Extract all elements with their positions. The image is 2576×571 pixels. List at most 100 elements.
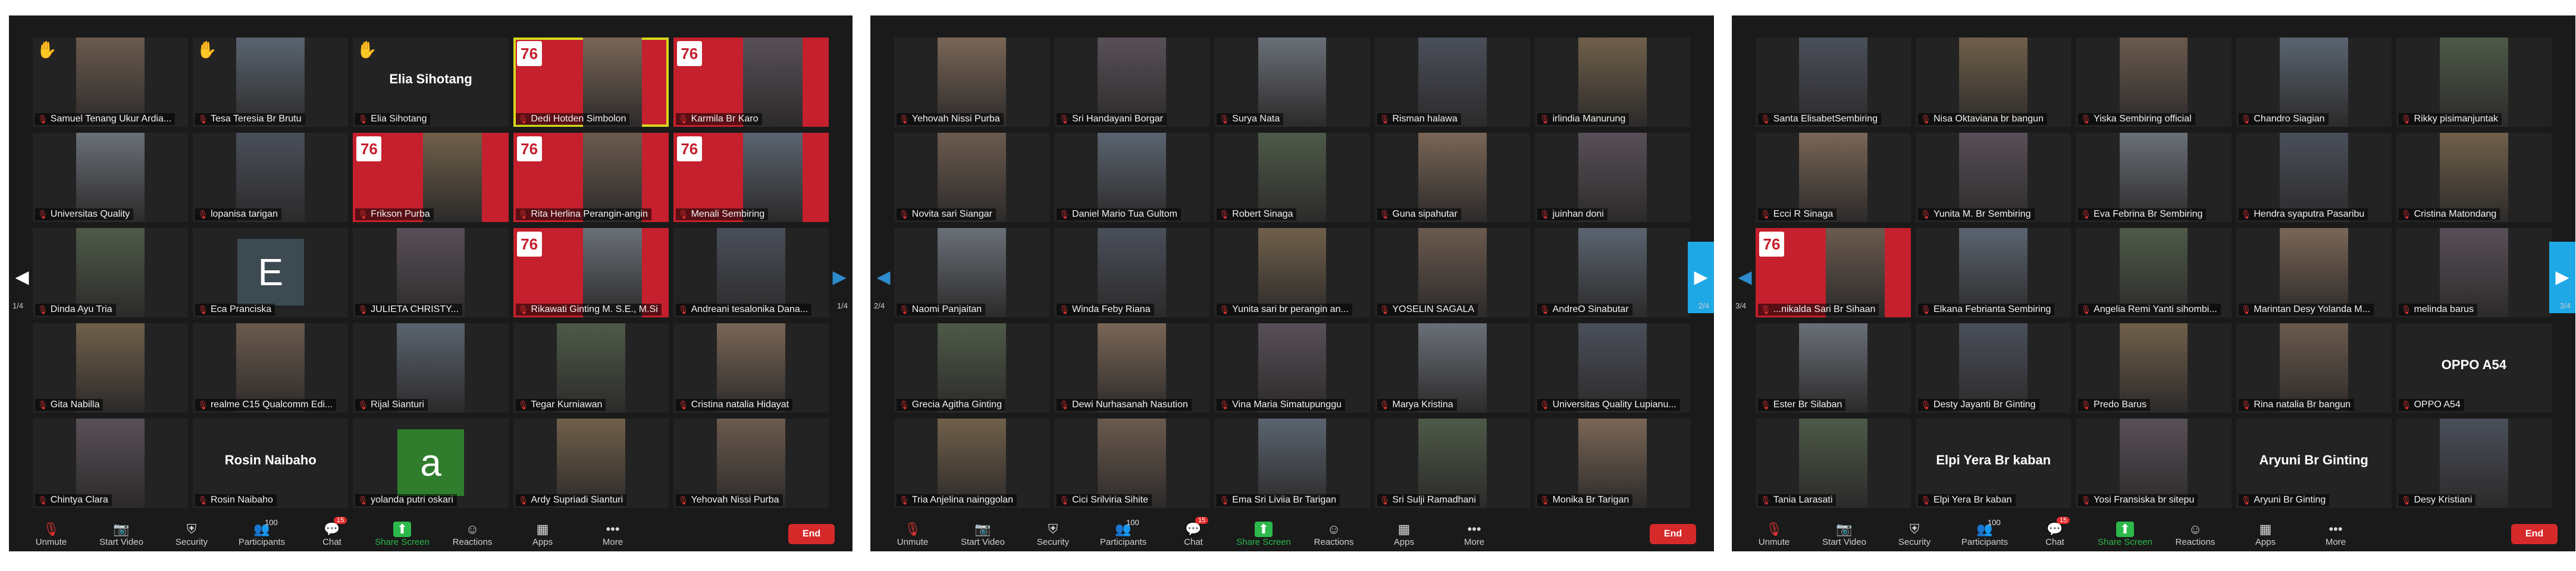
participant-tile[interactable]: 🎙 Chandro Siagian — [2236, 38, 2392, 127]
participant-tile[interactable]: E 🎙 Eca Pranciska — [193, 228, 349, 317]
end-meeting-button[interactable]: End — [2511, 524, 2558, 544]
participant-tile[interactable]: 🎙 Monika Br Tarigan — [1534, 419, 1690, 508]
participant-tile[interactable]: 🎙 Tegar Kurniawan — [513, 323, 669, 413]
participant-tile[interactable]: Aryuni Br Ginting 🎙 Aryuni Br Ginting — [2236, 419, 2392, 508]
participant-tile[interactable]: 🎙 Ester Br Silaban — [1756, 323, 1911, 413]
participant-tile[interactable]: 76 🎙 Karmila Br Karo — [673, 38, 829, 127]
participant-tile[interactable]: 🎙 Universitas Quality — [33, 133, 189, 222]
participant-tile[interactable]: 🎙 Hendra syaputra Pasaribu — [2236, 133, 2392, 222]
reactions-button[interactable]: ☺ Reactions — [2160, 522, 2230, 547]
security-button[interactable]: ⛨ Security — [156, 522, 227, 547]
participant-tile[interactable]: 🎙 Robert Sinaga — [1214, 133, 1370, 222]
participant-tile[interactable]: 🎙 Naomi Panjaitan — [894, 228, 1050, 317]
participant-tile[interactable]: 🎙 Angelia Remi Yanti sihombi... — [2076, 228, 2232, 317]
participant-tile[interactable]: 🎙 Surya Nata — [1214, 38, 1370, 127]
participant-tile[interactable]: 🎙 Cristina Matondang — [2396, 133, 2552, 222]
participant-tile[interactable]: 🎙 Yehovah Nissi Purba — [673, 419, 829, 508]
participant-tile[interactable]: 🎙 irlindia Manurung — [1534, 38, 1690, 127]
security-button[interactable]: ⛨ Security — [1879, 522, 1950, 547]
more-button[interactable]: ••• More — [2301, 522, 2371, 547]
chat-button[interactable]: 💬 15 Chat — [2020, 516, 2090, 547]
unmute-button[interactable]: 🎙 Unmute — [16, 522, 86, 547]
participant-tile[interactable]: 🎙 Chintya Clara — [33, 419, 189, 508]
participant-tile[interactable]: 🎙 Cici Srilviria Sihite — [1054, 419, 1210, 508]
participant-tile[interactable]: OPPO A54 🎙 OPPO A54 — [2396, 323, 2552, 413]
participant-tile[interactable]: 76 🎙 Rita Herlina Perangin-angin — [513, 133, 669, 222]
participant-tile[interactable]: 🎙 Novita sari Siangar — [894, 133, 1050, 222]
participant-tile[interactable]: 🎙 Eva Febrina Br Sembiring — [2076, 133, 2232, 222]
start-video-button[interactable]: 📷 Start Video — [1809, 522, 1879, 547]
participant-tile[interactable]: ✋ 🎙 Tesa Teresia Br Brutu — [193, 38, 349, 127]
participant-tile[interactable]: 🎙 Rijal Sianturi — [353, 323, 509, 413]
participants-button[interactable]: 👥 100 Participants — [1088, 518, 1158, 547]
participant-tile[interactable]: 🎙 JULIETA CHRISTY... — [353, 228, 509, 317]
participant-tile[interactable]: 🎙 Cristina natalia Hidayat — [673, 323, 829, 413]
apps-button[interactable]: ▦ Apps — [2230, 522, 2301, 547]
participants-button[interactable]: 👥 100 Participants — [1950, 518, 2020, 547]
participant-tile[interactable]: 🎙 Marintan Desy Yolanda M... — [2236, 228, 2392, 317]
participant-tile[interactable]: 🎙 Santa ElisabetSembiring — [1756, 38, 1911, 127]
participant-tile[interactable]: 76 🎙 Dedi Hotden Simbolon — [513, 38, 669, 127]
participant-tile[interactable]: 🎙 YOSELIN SAGALA — [1374, 228, 1530, 317]
participant-tile[interactable]: 🎙 Daniel Mario Tua Gultom — [1054, 133, 1210, 222]
participant-tile[interactable]: 🎙 Yehovah Nissi Purba — [894, 38, 1050, 127]
participant-tile[interactable]: 🎙 Yiska Sembiring official — [2076, 38, 2232, 127]
reactions-button[interactable]: ☺ Reactions — [437, 522, 507, 547]
participant-tile[interactable]: Elpi Yera Br kaban 🎙 Elpi Yera Br kaban — [1916, 419, 2072, 508]
participant-tile[interactable]: 🎙 Dewi Nurhasanah Nasution — [1054, 323, 1210, 413]
participant-tile[interactable]: 🎙 Grecia Agitha Ginting — [894, 323, 1050, 413]
more-button[interactable]: ••• More — [1439, 522, 1509, 547]
participant-tile[interactable]: 🎙 juinhan doni — [1534, 133, 1690, 222]
participant-tile[interactable]: 🎙 melinda barus — [2396, 228, 2552, 317]
chat-button[interactable]: 💬 15 Chat — [297, 516, 367, 547]
unmute-button[interactable]: 🎙 Unmute — [878, 522, 948, 547]
participant-tile[interactable]: 🎙 Gita Nabilla — [33, 323, 189, 413]
participant-tile[interactable]: 🎙 Ema Sri Liviia Br Tarigan — [1214, 419, 1370, 508]
participant-tile[interactable]: 76 🎙 Frikson Purba — [353, 133, 509, 222]
participant-tile[interactable]: Rosin Naibaho 🎙 Rosin Naibaho — [193, 419, 349, 508]
participant-tile[interactable]: ✋ 🎙 Samuel Tenang Ukur Ardia... — [33, 38, 189, 127]
participant-tile[interactable]: 🎙 Elkana Febrianta Sembiring — [1916, 228, 2072, 317]
participant-tile[interactable]: 🎙 realme C15 Qualcomm Edi... — [193, 323, 349, 413]
participant-tile[interactable]: 🎙 Marya Kristina — [1374, 323, 1530, 413]
participant-tile[interactable]: 🎙 Yunita M. Br Sembiring — [1916, 133, 2072, 222]
participant-tile[interactable]: 🎙 Dinda Ayu Tria — [33, 228, 189, 317]
participant-tile[interactable]: 🎙 Winda Feby Riana — [1054, 228, 1210, 317]
participant-tile[interactable]: 🎙 Yosi Fransiska br sitepu — [2076, 419, 2232, 508]
participant-tile[interactable]: 🎙 AndreO Sinabutar — [1534, 228, 1690, 317]
participant-tile[interactable]: 🎙 Nisa Oktaviana br bangun — [1916, 38, 2072, 127]
participant-tile[interactable]: 🎙 Tania Larasati — [1756, 419, 1911, 508]
participant-tile[interactable]: 🎙 Ardy Supriadi Sianturi — [513, 419, 669, 508]
participant-tile[interactable]: 🎙 Tria Anjelina nainggolan — [894, 419, 1050, 508]
participant-tile[interactable]: 🎙 lopanisa tarigan — [193, 133, 349, 222]
participant-tile[interactable]: 🎙 Yunita sari br perangin an... — [1214, 228, 1370, 317]
more-button[interactable]: ••• More — [578, 522, 648, 547]
participant-tile[interactable]: 🎙 Risman halawa — [1374, 38, 1530, 127]
participant-tile[interactable]: 🎙 Predo Barus — [2076, 323, 2232, 413]
participant-tile[interactable]: 76 🎙 Menali Sembiring — [673, 133, 829, 222]
end-meeting-button[interactable]: End — [788, 524, 835, 544]
participant-tile[interactable]: Elia Sihotang ✋ 🎙 Elia Sihotang — [353, 38, 509, 127]
share-screen-button[interactable]: ⬆ Share Screen — [1229, 521, 1299, 547]
participant-tile[interactable]: 76 🎙 ...nikalda Sari Br Sihaan — [1756, 228, 1911, 317]
participant-tile[interactable]: a 🎙 yolanda putri oskari — [353, 419, 509, 508]
share-screen-button[interactable]: ⬆ Share Screen — [2090, 521, 2160, 547]
reactions-button[interactable]: ☺ Reactions — [1299, 522, 1369, 547]
share-screen-button[interactable]: ⬆ Share Screen — [367, 521, 437, 547]
participant-tile[interactable]: 🎙 Universitas Quality Lupianu... — [1534, 323, 1690, 413]
participant-tile[interactable]: 🎙 Desy Kristiani — [2396, 419, 2552, 508]
participants-button[interactable]: 👥 100 Participants — [227, 518, 297, 547]
end-meeting-button[interactable]: End — [1650, 524, 1696, 544]
chat-button[interactable]: 💬 15 Chat — [1158, 516, 1229, 547]
unmute-button[interactable]: 🎙 Unmute — [1739, 522, 1809, 547]
security-button[interactable]: ⛨ Security — [1018, 522, 1088, 547]
participant-tile[interactable]: 🎙 Ecci R Sinaga — [1756, 133, 1911, 222]
participant-tile[interactable]: 🎙 Desty Jayanti Br Ginting — [1916, 323, 2072, 413]
apps-button[interactable]: ▦ Apps — [507, 522, 578, 547]
participant-tile[interactable]: 🎙 Vina Maria Simatupunggu — [1214, 323, 1370, 413]
participant-tile[interactable]: 🎙 Rina natalia Br bangun — [2236, 323, 2392, 413]
participant-tile[interactable]: 🎙 Sri Handayani Borgar — [1054, 38, 1210, 127]
apps-button[interactable]: ▦ Apps — [1369, 522, 1439, 547]
participant-tile[interactable]: 76 🎙 Rikawati Ginting M. S.E., M.Si — [513, 228, 669, 317]
participant-tile[interactable]: 🎙 Andreani tesalonika Dana... — [673, 228, 829, 317]
